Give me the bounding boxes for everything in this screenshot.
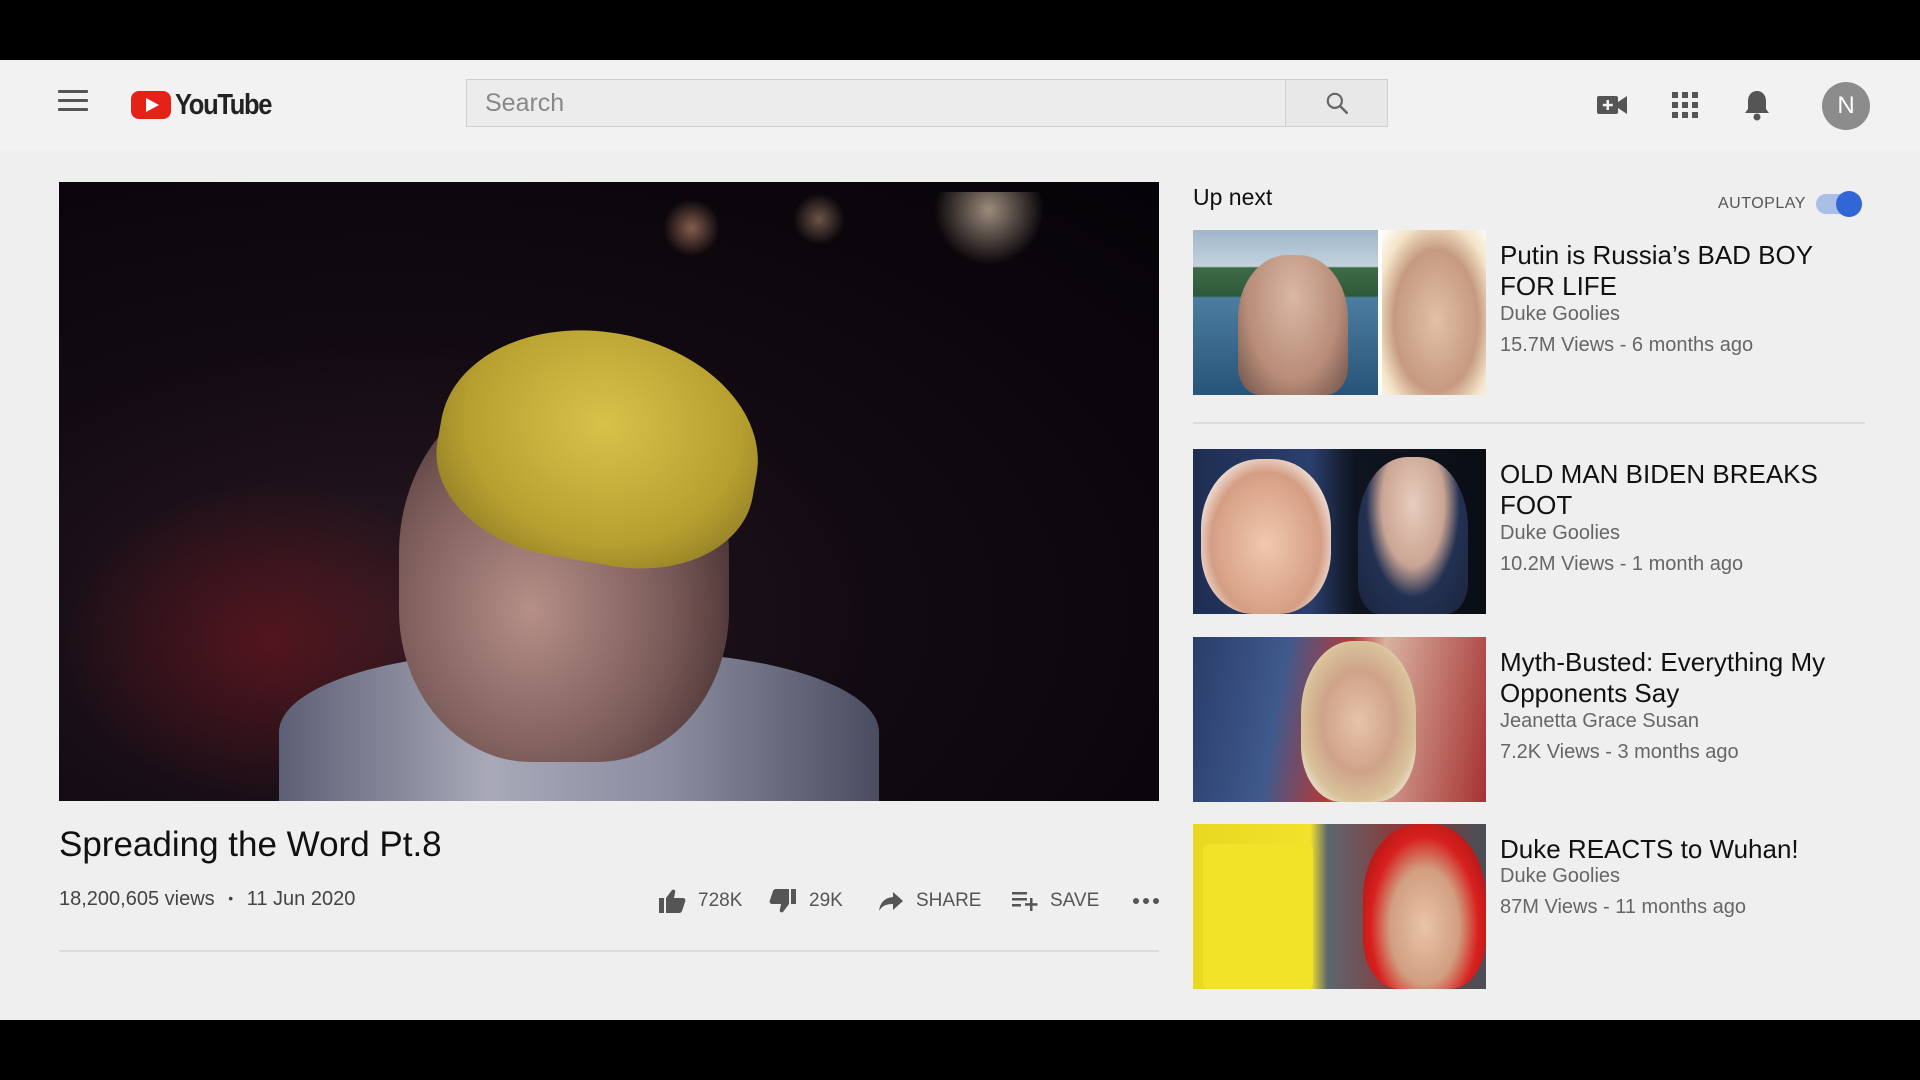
- up-next-heading: Up next: [1193, 184, 1273, 210]
- upnext-video-card[interactable]: Duke REACTS to Wuhan! Duke Goolies 87M V…: [1193, 824, 1873, 989]
- dislike-button[interactable]: 29K: [769, 884, 843, 918]
- apps-grid-icon[interactable]: [1672, 92, 1698, 118]
- video-camera-plus-icon[interactable]: [1596, 92, 1628, 118]
- share-arrow-icon: [879, 892, 903, 911]
- upnext-separator: [1193, 422, 1865, 424]
- thumbnail-face: [1301, 641, 1416, 802]
- save-button[interactable]: SAVE: [1012, 884, 1099, 918]
- upnext-video-card[interactable]: Putin is Russia’s BAD BOY FOR LIFE Duke …: [1193, 230, 1873, 395]
- card-title[interactable]: Myth-Busted: Everything My Opponents Say: [1500, 647, 1870, 709]
- more-horizontal-icon: [1133, 898, 1159, 904]
- card-stats: 10.2M Views - 1 month ago: [1500, 553, 1744, 575]
- thumbs-down-icon: [769, 889, 796, 913]
- autoplay-label: AUTOPLAY: [1718, 195, 1806, 212]
- dislike-count: 29K: [809, 890, 843, 911]
- search-box: [466, 79, 1286, 127]
- thumbnail-face: [1363, 824, 1486, 989]
- card-stats: 87M Views - 11 months ago: [1500, 896, 1747, 918]
- search-input[interactable]: [467, 80, 1285, 126]
- bell-icon[interactable]: [1743, 89, 1771, 121]
- video-thumbnail[interactable]: [1193, 637, 1486, 802]
- video-thumbnail[interactable]: [1193, 230, 1486, 395]
- app-window: YouTube N: [0, 60, 1920, 1020]
- card-title[interactable]: Duke REACTS to Wuhan!: [1500, 834, 1870, 865]
- thumbnail-face: [1201, 459, 1331, 614]
- toggle-knob: [1836, 191, 1862, 217]
- card-stats: 15.7M Views - 6 months ago: [1500, 334, 1754, 356]
- video-actions: 728K 29K SHARE SAVE: [0, 884, 1180, 924]
- card-channel[interactable]: Duke Goolies: [1500, 303, 1620, 326]
- like-button[interactable]: 728K: [658, 884, 742, 918]
- top-header: YouTube N: [0, 60, 1920, 150]
- share-label: SHARE: [916, 890, 982, 911]
- thumbnail-biohazard-bin: [1203, 844, 1313, 989]
- share-button[interactable]: SHARE: [878, 884, 981, 918]
- thumbnail-figure: [1238, 255, 1348, 395]
- autoplay-toggle[interactable]: [1816, 191, 1862, 217]
- upnext-video-card[interactable]: OLD MAN BIDEN BREAKS FOOT Duke Goolies 1…: [1193, 449, 1873, 614]
- card-title[interactable]: OLD MAN BIDEN BREAKS FOOT: [1500, 459, 1870, 521]
- player-frame-lights: [309, 192, 1159, 282]
- video-thumbnail[interactable]: [1193, 449, 1486, 614]
- content-divider: [59, 950, 1159, 952]
- thumbs-up-icon: [659, 889, 686, 913]
- card-channel[interactable]: Duke Goolies: [1500, 865, 1620, 888]
- hamburger-icon[interactable]: [58, 90, 88, 114]
- thumbnail-face: [1378, 230, 1486, 395]
- youtube-logo[interactable]: YouTube: [131, 88, 284, 122]
- search-icon: [1326, 92, 1349, 115]
- like-count: 728K: [698, 890, 743, 911]
- logo-text: YouTube: [175, 88, 272, 121]
- save-label: SAVE: [1050, 890, 1100, 911]
- playlist-add-icon: [1012, 892, 1038, 911]
- card-stats: 7.2K Views - 3 months ago: [1500, 741, 1739, 763]
- avatar[interactable]: N: [1822, 82, 1870, 130]
- video-player[interactable]: [59, 182, 1159, 801]
- more-actions-button[interactable]: [1132, 884, 1172, 918]
- video-thumbnail[interactable]: [1193, 824, 1486, 989]
- card-channel[interactable]: Duke Goolies: [1500, 522, 1620, 545]
- card-title[interactable]: Putin is Russia’s BAD BOY FOR LIFE: [1500, 240, 1870, 302]
- search-button[interactable]: [1285, 79, 1388, 127]
- upnext-video-card[interactable]: Myth-Busted: Everything My Opponents Say…: [1193, 637, 1873, 802]
- video-title: Spreading the Word Pt.8: [59, 825, 442, 864]
- card-channel[interactable]: Jeanetta Grace Susan: [1500, 710, 1699, 733]
- thumbnail-figure: [1358, 457, 1468, 614]
- youtube-play-icon: [131, 91, 171, 119]
